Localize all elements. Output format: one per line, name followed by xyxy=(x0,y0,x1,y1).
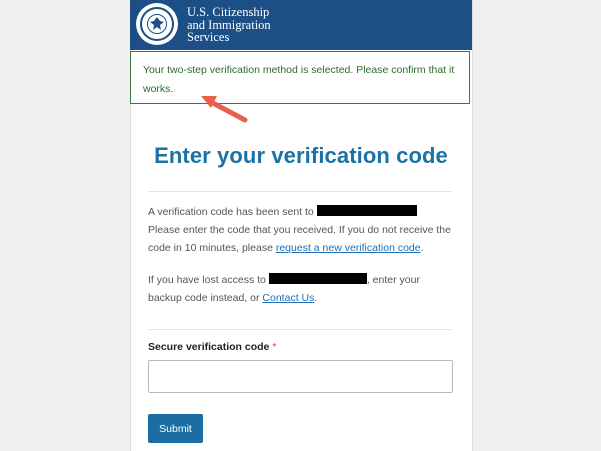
verification-code-label: Secure verification code * xyxy=(148,341,277,353)
dhs-seal-icon xyxy=(136,3,178,45)
agency-line-3: Services xyxy=(187,30,230,44)
site-header: U.S. Citizenship and Immigration Service… xyxy=(130,0,472,50)
divider-top xyxy=(148,191,452,192)
redacted-phone xyxy=(268,273,367,284)
required-mark: * xyxy=(272,341,277,353)
submit-button[interactable]: Submit xyxy=(148,414,203,443)
code-sent-prefix: A verification code has been sent to xyxy=(148,206,314,218)
agency-name: U.S. Citizenship and Immigration Service… xyxy=(187,6,271,44)
agency-line-1: U.S. Citizenship xyxy=(187,5,270,19)
contact-us-link[interactable]: Contact Us xyxy=(262,292,314,304)
lost-access-paragraph: If you have lost access to , enter your … xyxy=(148,273,420,304)
request-new-code-link[interactable]: request a new verification code xyxy=(276,242,421,254)
arrow-pointer-icon xyxy=(201,96,248,123)
code-sent-paragraph: A verification code has been sent to Ple… xyxy=(148,205,451,254)
success-alert: Your two-step verification method is sel… xyxy=(130,51,470,104)
verification-code-input[interactable] xyxy=(148,360,453,393)
lost-access-prefix: If you have lost access to xyxy=(148,274,266,286)
redacted-email xyxy=(316,205,417,216)
page-title: Enter your verification code xyxy=(154,143,448,168)
divider-bottom xyxy=(148,329,452,330)
